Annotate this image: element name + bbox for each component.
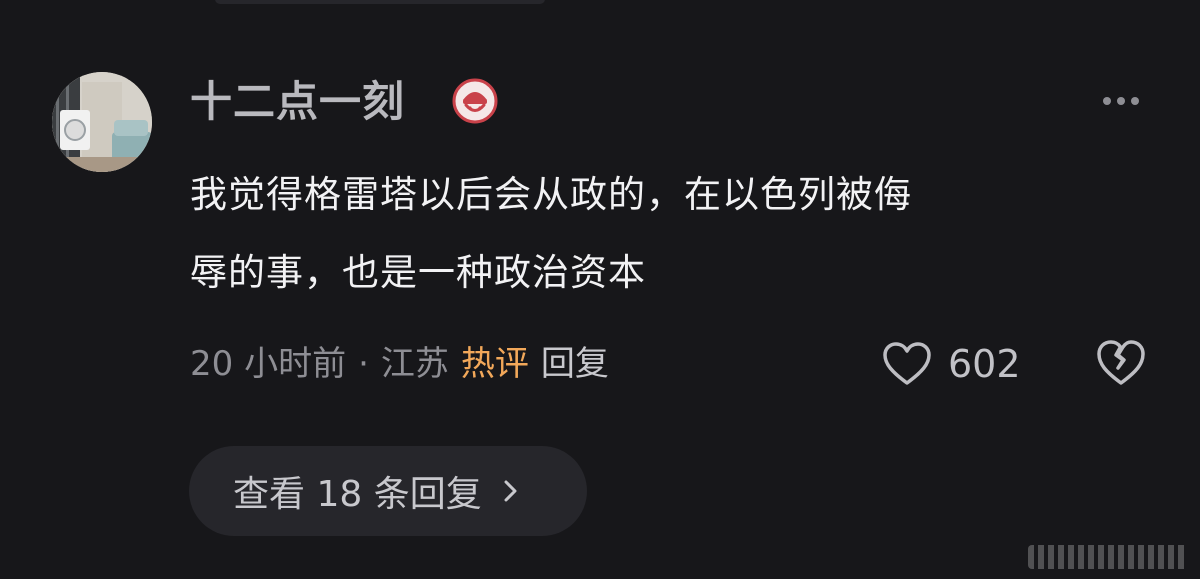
comment-meta: 20 小时前 · 江苏 热评 回复 [190, 338, 609, 390]
comment-location: 江苏 [380, 344, 449, 384]
comment-card: 十二点一刻 我觉得格雷塔以后会从政的，在以色列被侮 辱的事，也是一种政治资本 2… [0, 0, 1200, 579]
broken-heart-icon [1097, 340, 1145, 385]
watermark [1028, 545, 1188, 569]
like-count: 602 [948, 342, 1021, 386]
like-button[interactable]: 602 [882, 338, 1021, 390]
more-options-button[interactable] [1094, 84, 1148, 118]
view-replies-button[interactable]: 查看 18 条回复 [189, 446, 587, 536]
avatar[interactable] [52, 72, 152, 172]
red-mask-badge-icon [452, 78, 498, 124]
view-replies-label: 查看 18 条回复 [233, 474, 482, 515]
comment-time: 20 小时前 [190, 344, 347, 384]
comment-line-2: 辱的事，也是一种政治资本 [190, 251, 646, 294]
comment-line-1: 我觉得格雷塔以后会从政的，在以色列被侮 [190, 173, 912, 216]
heart-outline-icon [883, 342, 931, 385]
reply-button[interactable]: 回复 [541, 338, 609, 390]
chevron-right-icon [502, 479, 518, 503]
username[interactable]: 十二点一刻 [190, 74, 405, 130]
hot-comment-tag: 热评 [460, 344, 529, 384]
dislike-button[interactable] [1094, 336, 1148, 390]
meta-separator: · [358, 344, 369, 384]
avatar-image [52, 72, 152, 172]
comment-body: 我觉得格雷塔以后会从政的，在以色列被侮 辱的事，也是一种政治资本 [190, 156, 1150, 312]
more-dots-icon [1103, 97, 1139, 105]
previous-reply-pill-edge [215, 0, 545, 4]
